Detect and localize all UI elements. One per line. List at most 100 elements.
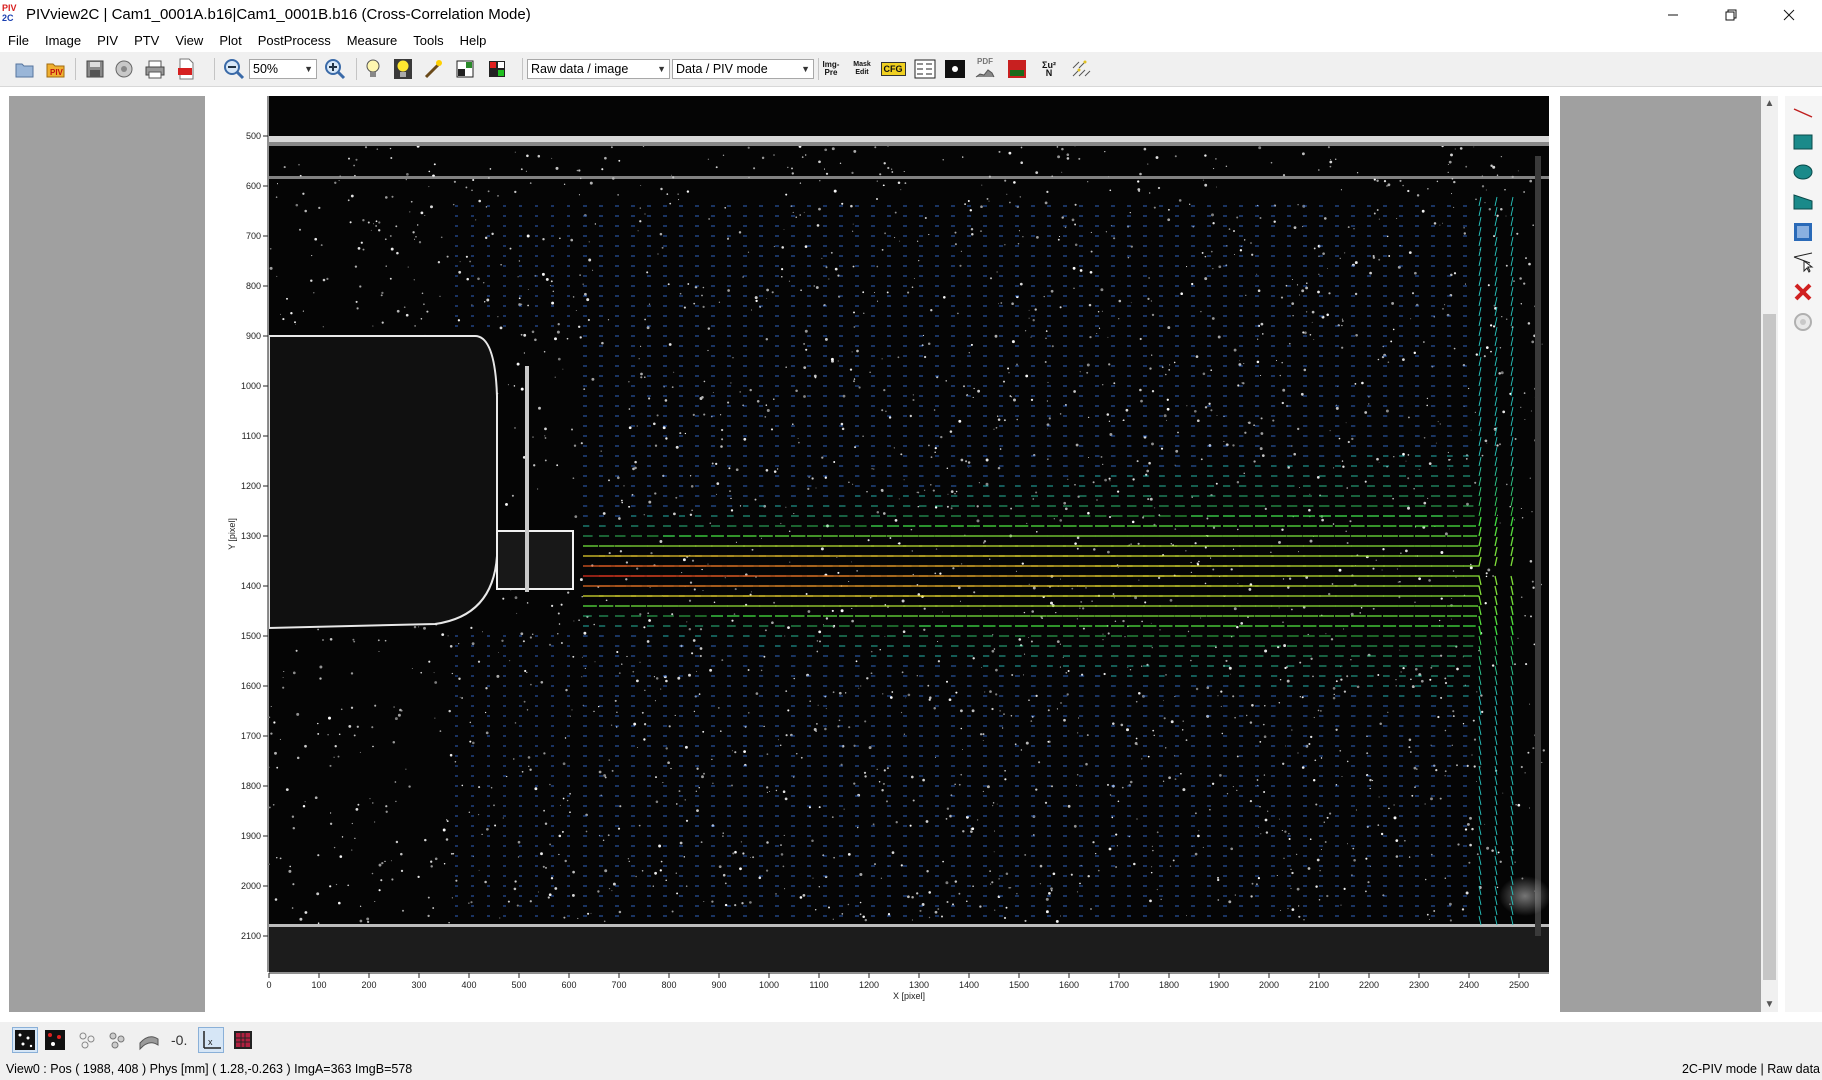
particle-speckle bbox=[558, 623, 561, 625]
particle-speckle bbox=[1468, 861, 1471, 864]
particle-speckle bbox=[351, 822, 353, 825]
particle-speckle bbox=[551, 301, 555, 305]
particle-speckle bbox=[390, 157, 393, 159]
zoom-select[interactable]: 50% ▼ bbox=[249, 59, 317, 79]
particle-speckle bbox=[579, 578, 583, 582]
particle-speckle bbox=[1529, 703, 1531, 705]
menu-postprocess[interactable]: PostProcess bbox=[250, 30, 339, 52]
particle-tracking-button[interactable] bbox=[1068, 57, 1094, 81]
batch-piv-button[interactable] bbox=[1004, 57, 1030, 81]
particle-speckle bbox=[1524, 772, 1526, 774]
particle-speckle bbox=[1163, 414, 1167, 418]
particle-speckle bbox=[578, 169, 581, 172]
particle-speckle bbox=[730, 382, 732, 384]
particle-speckle bbox=[1316, 476, 1320, 479]
particle-speckle bbox=[353, 734, 356, 737]
mask-edit-button[interactable]: Mask Edit bbox=[849, 57, 875, 81]
particle-speckle bbox=[296, 756, 300, 760]
display-mode-value: Raw data / image bbox=[531, 62, 629, 76]
particle-image-button[interactable] bbox=[942, 57, 968, 81]
particle-speckle bbox=[1481, 185, 1485, 188]
menu-measure[interactable]: Measure bbox=[339, 30, 406, 52]
piv-vector-plot[interactable]: 0 100 200 300 400 500 600 700 800 900 1000 1100 1200… bbox=[205, 96, 1560, 1012]
particle-speckle bbox=[1298, 915, 1301, 918]
light-on-button[interactable] bbox=[390, 57, 416, 81]
menu-help[interactable]: Help bbox=[452, 30, 495, 52]
particle-speckle bbox=[1259, 741, 1262, 743]
lightbulb-on-icon bbox=[394, 59, 412, 79]
particle-speckle bbox=[285, 788, 289, 791]
particle-speckle bbox=[1259, 805, 1261, 808]
display-mode-select[interactable]: Raw data / image ▼ bbox=[527, 59, 670, 79]
print-button[interactable] bbox=[142, 57, 168, 81]
particle-speckle bbox=[1338, 568, 1342, 572]
particle-speckle bbox=[993, 428, 995, 430]
particle-speckle bbox=[1471, 754, 1473, 756]
particle-speckle bbox=[719, 414, 722, 416]
particle-speckle bbox=[396, 309, 400, 313]
particle-speckle bbox=[538, 406, 541, 410]
config-button[interactable]: CFG bbox=[880, 57, 906, 81]
particle-speckle bbox=[295, 323, 297, 325]
particle-speckle bbox=[1032, 834, 1035, 836]
zoom-in-button[interactable] bbox=[322, 57, 348, 81]
particle-speckle bbox=[1090, 250, 1093, 253]
particle-speckle bbox=[1309, 493, 1311, 495]
particle-speckle bbox=[1260, 375, 1262, 376]
particle-speckle bbox=[497, 316, 499, 318]
particle-speckle bbox=[1250, 242, 1252, 244]
particle-speckle bbox=[760, 537, 763, 539]
menu-piv[interactable]: PIV bbox=[89, 30, 126, 52]
particle-speckle bbox=[1225, 659, 1228, 662]
plot-viewport[interactable]: 0 100 200 300 400 500 600 700 800 900 1000 1100 1200… bbox=[9, 96, 1761, 1012]
restore-button[interactable] bbox=[1702, 0, 1760, 30]
menu-plot[interactable]: Plot bbox=[211, 30, 249, 52]
statistics-button[interactable]: Σu² N bbox=[1036, 57, 1062, 81]
particle-speckle bbox=[484, 880, 487, 884]
zoom-out-button[interactable] bbox=[221, 57, 247, 81]
particle-speckle bbox=[1047, 740, 1050, 743]
export-pdf-button[interactable] bbox=[173, 57, 199, 81]
particle-speckle bbox=[593, 710, 595, 713]
save-button[interactable] bbox=[82, 57, 108, 81]
particle-speckle bbox=[1010, 507, 1013, 510]
open-button[interactable] bbox=[12, 57, 38, 81]
particle-speckle bbox=[1365, 857, 1368, 860]
minimize-button[interactable] bbox=[1644, 0, 1702, 30]
menu-ptv[interactable]: PTV bbox=[126, 30, 167, 52]
menu-tools[interactable]: Tools bbox=[405, 30, 451, 52]
particle-speckle bbox=[597, 890, 600, 893]
close-button[interactable] bbox=[1760, 0, 1818, 30]
menu-image[interactable]: Image bbox=[37, 30, 89, 52]
particle-speckle bbox=[1232, 695, 1235, 698]
data-mode-select[interactable]: Data / PIV mode ▼ bbox=[672, 59, 814, 79]
particle-speckle bbox=[1213, 168, 1215, 170]
particle-speckle bbox=[513, 385, 516, 387]
particle-speckle bbox=[1036, 236, 1039, 239]
particle-speckle bbox=[1167, 208, 1170, 211]
color-grid-button[interactable] bbox=[484, 57, 510, 81]
layout-grid-button[interactable] bbox=[452, 57, 478, 81]
particle-speckle bbox=[743, 750, 746, 753]
particle-speckle bbox=[514, 427, 516, 429]
particle-speckle bbox=[600, 450, 602, 452]
image-preprocessing-button[interactable]: Img- Pre bbox=[818, 57, 844, 81]
particle-speckle bbox=[775, 893, 777, 895]
pdf-histogram-button[interactable]: PDF bbox=[972, 57, 998, 81]
particle-speckle bbox=[1341, 320, 1344, 322]
open-piv-button[interactable]: PIV bbox=[43, 57, 69, 81]
particle-speckle bbox=[884, 604, 887, 606]
export-button[interactable] bbox=[112, 57, 138, 81]
menu-view[interactable]: View bbox=[167, 30, 211, 52]
particle-speckle bbox=[282, 318, 285, 321]
particle-speckle bbox=[1234, 894, 1236, 896]
vector-field-button[interactable] bbox=[912, 57, 938, 81]
particle-speckle bbox=[1141, 665, 1143, 667]
particle-speckle bbox=[1156, 831, 1159, 834]
particle-speckle bbox=[815, 286, 819, 289]
light-off-button[interactable] bbox=[360, 57, 386, 81]
particle-speckle bbox=[563, 183, 566, 185]
menu-file[interactable]: File bbox=[0, 30, 37, 52]
particle-speckle bbox=[518, 297, 521, 300]
magic-wand-button[interactable] bbox=[420, 57, 446, 81]
